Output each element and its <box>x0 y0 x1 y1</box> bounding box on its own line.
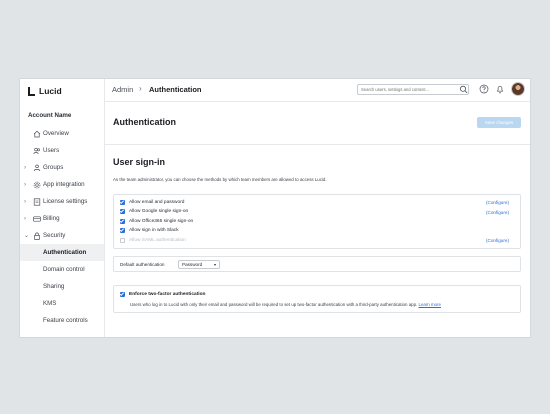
sidebar-item-users[interactable]: Users <box>20 142 104 159</box>
method-email-password[interactable]: Allow email and password <box>120 198 184 206</box>
sidebar-item-label: Groups <box>43 164 64 171</box>
checkbox-checked[interactable] <box>120 292 125 297</box>
configure-link[interactable]: (Configure) <box>486 238 509 243</box>
two-factor-panel: Enforce two-factor authentication Users … <box>113 285 521 313</box>
checkbox-unchecked <box>120 237 125 243</box>
two-factor-description-text: Users who log in to Lucid with only thei… <box>130 302 418 307</box>
group-icon <box>33 164 41 171</box>
checkbox-checked[interactable] <box>120 218 125 224</box>
users-icon <box>33 147 41 154</box>
sidebar-item-app-integration[interactable]: › App integration <box>20 176 104 193</box>
sign-in-methods-panel: Allow email and password (Configure) All… <box>113 194 521 249</box>
sidebar-item-label: Feature controls <box>43 317 88 324</box>
section-description: As the team administrator, you can choos… <box>113 177 327 182</box>
two-factor-label: Enforce two-factor authentication <box>129 292 206 297</box>
method-saml: Allow SAML authentication <box>120 236 186 244</box>
billing-icon <box>33 215 41 222</box>
sidebar-item-label: Domain control <box>43 266 85 273</box>
sidebar-item-billing[interactable]: › Billing <box>20 210 104 227</box>
top-bar: Admin › Authentication <box>105 79 530 102</box>
lock-icon <box>34 232 40 240</box>
sidebar-item-authentication[interactable]: Authentication <box>20 244 104 261</box>
sidebar-item-label: App integration <box>43 181 85 188</box>
sidebar-item-license-settings[interactable]: › License settings <box>20 193 104 210</box>
two-factor-toggle[interactable]: Enforce two-factor authentication <box>120 292 206 297</box>
sidebar-item-domain-control[interactable]: Domain control <box>20 261 104 278</box>
sidebar-item-label: Overview <box>43 130 69 137</box>
checkbox-checked[interactable] <box>120 209 125 214</box>
sidebar-item-sharing[interactable]: Sharing <box>20 278 104 295</box>
main-content: User sign-in As the team administrator, … <box>105 145 530 337</box>
method-label: Allow sign in with Slack <box>129 228 179 233</box>
learn-more-link[interactable]: Learn more <box>419 302 441 307</box>
default-auth-select[interactable]: Password ▾ <box>178 260 220 269</box>
default-auth-label: Default authentication <box>120 262 165 267</box>
help-icon[interactable] <box>479 84 489 94</box>
method-label: Allow Office365 single sign-on <box>129 218 194 224</box>
search-icon[interactable] <box>459 85 469 94</box>
chevron-down-icon: ⌄ <box>24 233 30 239</box>
sidebar-item-feature-controls[interactable]: Feature controls <box>20 312 104 329</box>
search-input[interactable] <box>357 84 469 95</box>
chevron-right-icon: › <box>24 164 26 171</box>
sidebar-item-label: License settings <box>43 198 88 205</box>
sidebar-item-groups[interactable]: › Groups <box>20 159 104 176</box>
method-google-sso[interactable]: Allow Google single sign-on <box>120 208 188 216</box>
sidebar-item-overview[interactable]: Overview <box>20 125 104 142</box>
save-changes-button[interactable]: Save changes <box>477 117 521 128</box>
breadcrumb-current: Authentication <box>149 85 202 94</box>
sidebar-item-label: KMS <box>43 300 57 307</box>
sidebar-item-label: Security <box>43 232 66 239</box>
method-label: Allow SAML authentication <box>129 237 186 243</box>
lucid-logo-icon <box>28 86 36 96</box>
breadcrumb-admin[interactable]: Admin <box>112 85 133 94</box>
section-title: User sign-in <box>113 157 166 167</box>
sidebar-item-label: Users <box>43 147 60 154</box>
page-header: Authentication Save changes <box>105 102 530 145</box>
home-icon <box>33 130 41 137</box>
bell-icon[interactable] <box>495 84 505 94</box>
sidebar: Lucid Account Name Overview Users › Grou… <box>20 79 105 337</box>
sidebar-item-security[interactable]: ⌄ Security <box>20 227 104 244</box>
caret-down-icon: ▾ <box>213 262 216 267</box>
configure-link[interactable]: (Configure) <box>486 210 509 215</box>
sidebar-item-label: Sharing <box>43 283 65 290</box>
license-icon <box>33 197 41 206</box>
account-name: Account Name <box>28 112 72 119</box>
logo-text: Lucid <box>39 86 62 96</box>
chevron-right-icon: › <box>24 198 26 205</box>
sidebar-item-kms[interactable]: KMS <box>20 295 104 312</box>
checkbox-checked[interactable] <box>120 228 125 233</box>
chevron-right-icon: › <box>24 215 26 222</box>
default-auth-value: Password <box>182 262 203 267</box>
lucid-logo[interactable]: Lucid <box>28 85 62 97</box>
method-label: Allow Google single sign-on <box>129 209 189 214</box>
two-factor-description: Users who log in to Lucid with only thei… <box>130 302 441 307</box>
sidebar-item-label: Billing <box>43 215 60 222</box>
method-slack[interactable]: Allow sign in with Slack <box>120 227 179 235</box>
configure-link[interactable]: (Configure) <box>486 200 509 205</box>
chevron-right-icon: › <box>24 181 26 188</box>
page-title: Authentication <box>113 117 176 127</box>
sidebar-item-label: Authentication <box>43 249 87 256</box>
checkbox-checked[interactable] <box>120 199 125 205</box>
sidebar-nav: Overview Users › Groups › App integratio… <box>20 125 104 329</box>
avatar[interactable] <box>512 83 524 95</box>
admin-window: Lucid Account Name Overview Users › Grou… <box>20 79 530 337</box>
gear-icon <box>33 181 41 188</box>
method-label: Allow email and password <box>129 199 185 205</box>
breadcrumb-separator-icon: › <box>139 84 142 93</box>
method-office365-sso[interactable]: Allow Office365 single sign-on <box>120 217 193 225</box>
default-auth-panel: Default authentication Password ▾ <box>113 256 521 272</box>
